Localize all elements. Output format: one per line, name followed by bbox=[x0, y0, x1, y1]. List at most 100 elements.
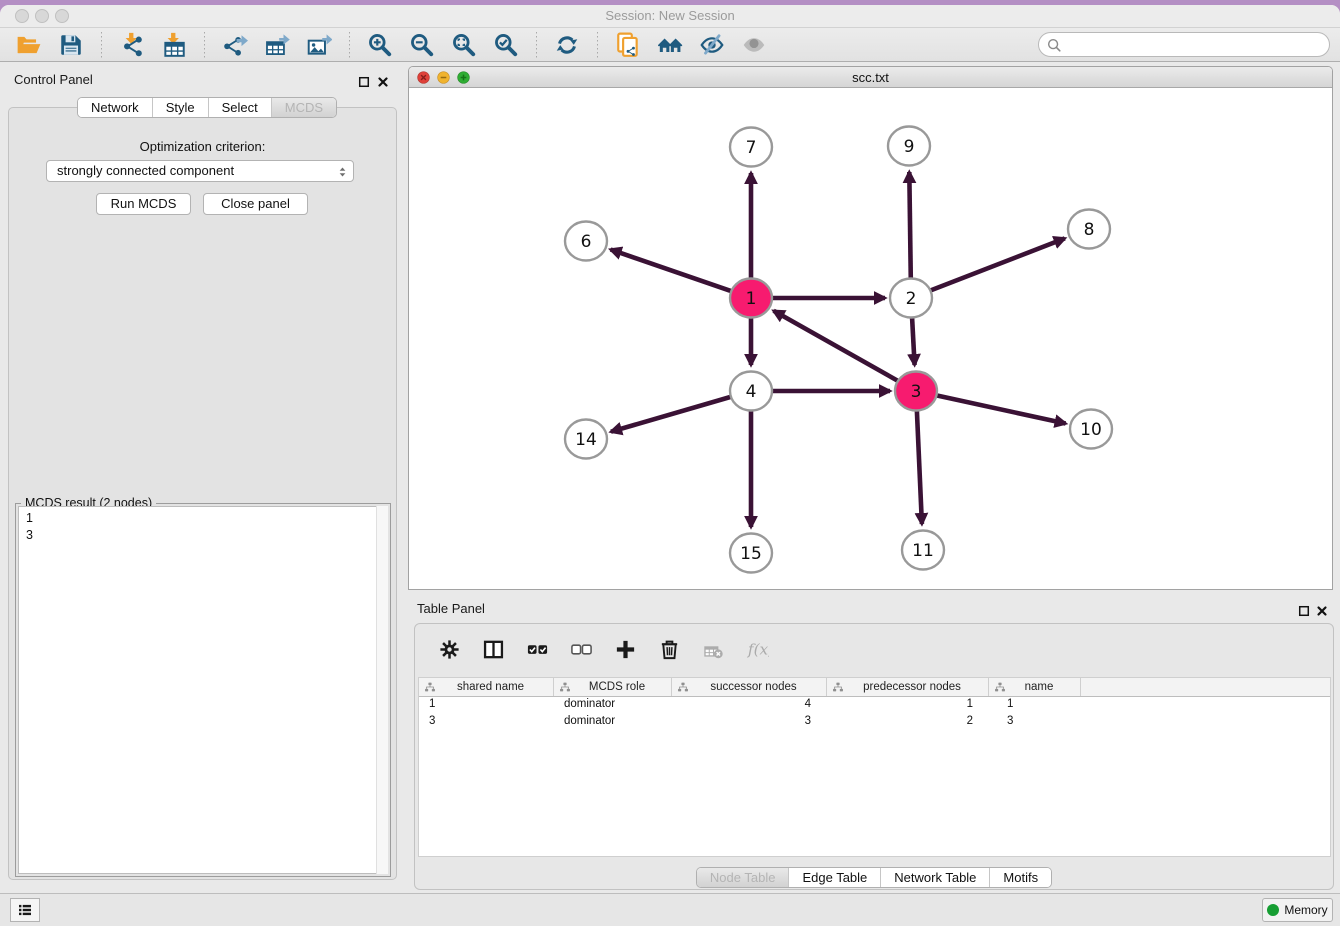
edge-4-14[interactable] bbox=[611, 396, 734, 432]
main-toolbar bbox=[0, 28, 1340, 62]
control-panel-title: Control Panel bbox=[14, 72, 93, 87]
search-input[interactable] bbox=[1062, 35, 1329, 55]
uncheck-all-icon[interactable] bbox=[567, 635, 595, 663]
edge-3-11[interactable] bbox=[917, 409, 922, 524]
zoom-in-icon[interactable] bbox=[366, 31, 394, 59]
run-mcds-button[interactable]: Run MCDS bbox=[96, 193, 191, 215]
export-image-icon[interactable] bbox=[305, 31, 333, 59]
criterion-dropdown[interactable]: strongly connected component bbox=[46, 160, 354, 182]
cell-name[interactable]: 1 bbox=[989, 697, 1081, 714]
tab-style[interactable]: Style bbox=[152, 98, 208, 117]
memory-button[interactable]: Memory bbox=[1262, 898, 1333, 922]
tab-mcds[interactable]: MCDS bbox=[271, 98, 336, 117]
task-history-button[interactable] bbox=[10, 898, 40, 922]
svg-text:11: 11 bbox=[912, 541, 934, 561]
export-network-icon[interactable] bbox=[221, 31, 249, 59]
svg-text:15: 15 bbox=[740, 544, 762, 564]
split-columns-icon[interactable] bbox=[479, 635, 507, 663]
svg-text:8: 8 bbox=[1084, 220, 1095, 240]
column-header-name[interactable]: name bbox=[989, 678, 1081, 696]
network-graph[interactable]: 7 9 6 8 1 2 4 3 14 10 15 11 bbox=[409, 88, 1332, 589]
eye-disabled-icon bbox=[740, 31, 768, 59]
column-header-shared-name[interactable]: shared name bbox=[419, 678, 554, 696]
plus-icon[interactable] bbox=[611, 635, 639, 663]
mcds-result-text[interactable]: 1 3 bbox=[18, 506, 388, 874]
node-2[interactable]: 2 bbox=[890, 279, 932, 318]
table-row[interactable]: 1dominator411 bbox=[419, 697, 1330, 714]
column-header-predecessor-nodes[interactable]: predecessor nodes bbox=[827, 678, 989, 696]
zoom-fit-icon[interactable] bbox=[450, 31, 478, 59]
table-header-row: shared nameMCDS rolesuccessor nodesprede… bbox=[419, 678, 1330, 697]
cell-predecessor-nodes[interactable]: 1 bbox=[827, 697, 989, 714]
node-14[interactable]: 14 bbox=[565, 420, 607, 459]
close-panel-button[interactable]: Close panel bbox=[203, 193, 308, 215]
save-floppy-icon[interactable] bbox=[57, 31, 85, 59]
node-9[interactable]: 9 bbox=[888, 127, 930, 166]
node-10[interactable]: 10 bbox=[1070, 410, 1112, 449]
control-panel-close-icon[interactable] bbox=[376, 75, 390, 89]
trash-icon[interactable] bbox=[655, 635, 683, 663]
node-1[interactable]: 1 bbox=[730, 279, 772, 318]
table-panel-close-icon[interactable] bbox=[1315, 604, 1329, 618]
control-panel-float-icon[interactable] bbox=[357, 75, 371, 89]
zoom-out-icon[interactable] bbox=[408, 31, 436, 59]
edge-2-9[interactable] bbox=[909, 172, 911, 280]
table-tab-edge-table[interactable]: Edge Table bbox=[788, 868, 880, 887]
cell-name[interactable]: 3 bbox=[989, 714, 1081, 731]
clone-network-icon[interactable] bbox=[614, 31, 642, 59]
cell-predecessor-nodes[interactable]: 2 bbox=[827, 714, 989, 731]
cell-shared-name[interactable]: 1 bbox=[419, 697, 554, 714]
edge-3-1[interactable] bbox=[774, 311, 901, 382]
node-7[interactable]: 7 bbox=[730, 128, 772, 167]
import-network-icon[interactable] bbox=[118, 31, 146, 59]
gear-icon[interactable] bbox=[435, 635, 463, 663]
open-folder-icon[interactable] bbox=[15, 31, 43, 59]
column-type-icon bbox=[424, 681, 436, 693]
import-table-icon[interactable] bbox=[160, 31, 188, 59]
column-header-mcds-role[interactable]: MCDS role bbox=[554, 678, 672, 696]
tab-select[interactable]: Select bbox=[208, 98, 271, 117]
check-all-icon[interactable] bbox=[523, 635, 551, 663]
node-15[interactable]: 15 bbox=[730, 534, 772, 573]
search-field[interactable] bbox=[1038, 32, 1330, 57]
column-type-icon bbox=[994, 681, 1006, 693]
svg-text:4: 4 bbox=[746, 382, 757, 402]
edge-2-8[interactable] bbox=[928, 238, 1065, 291]
svg-text:9: 9 bbox=[904, 137, 915, 157]
main-toolbar-items bbox=[8, 31, 775, 59]
zoom-selected-icon[interactable] bbox=[492, 31, 520, 59]
edge-2-3[interactable] bbox=[912, 316, 915, 365]
houses-icon[interactable] bbox=[656, 31, 684, 59]
node-8[interactable]: 8 bbox=[1068, 210, 1110, 249]
cell-shared-name[interactable]: 3 bbox=[419, 714, 554, 731]
table-tab-motifs[interactable]: Motifs bbox=[989, 868, 1051, 887]
svg-text:6: 6 bbox=[581, 232, 592, 252]
node-6[interactable]: 6 bbox=[565, 222, 607, 261]
mcds-result-scrollbar[interactable] bbox=[376, 506, 388, 874]
table-row[interactable]: 3dominator323 bbox=[419, 714, 1330, 731]
eye-slash-icon[interactable] bbox=[698, 31, 726, 59]
edge-3-10[interactable] bbox=[934, 395, 1066, 424]
toolbar-separator bbox=[349, 32, 350, 58]
network-canvas[interactable]: 7 9 6 8 1 2 4 3 14 10 15 11 bbox=[409, 88, 1332, 589]
table-tab-network-table[interactable]: Network Table bbox=[880, 868, 989, 887]
column-header-successor-nodes[interactable]: successor nodes bbox=[672, 678, 827, 696]
cell-mcds-role[interactable]: dominator bbox=[554, 697, 672, 714]
edge-1-6[interactable] bbox=[611, 250, 734, 293]
optimization-criterion-label: Optimization criterion: bbox=[9, 139, 396, 154]
cell-successor-nodes[interactable]: 4 bbox=[672, 697, 827, 714]
table-panel-float-icon[interactable] bbox=[1297, 604, 1311, 618]
table-toolbar: f(x) bbox=[427, 631, 779, 667]
node-11[interactable]: 11 bbox=[902, 531, 944, 570]
export-table-icon[interactable] bbox=[263, 31, 291, 59]
node-4[interactable]: 4 bbox=[730, 372, 772, 411]
node-3[interactable]: 3 bbox=[895, 372, 937, 411]
tab-network[interactable]: Network bbox=[78, 98, 152, 117]
network-title: scc.txt bbox=[409, 70, 1332, 85]
table-tab-node-table[interactable]: Node Table bbox=[697, 868, 789, 887]
dropdown-stepper-icon bbox=[336, 164, 349, 186]
tab-group: NetworkStyleSelectMCDS bbox=[77, 97, 337, 118]
refresh-icon[interactable] bbox=[553, 31, 581, 59]
cell-mcds-role[interactable]: dominator bbox=[554, 714, 672, 731]
cell-successor-nodes[interactable]: 3 bbox=[672, 714, 827, 731]
